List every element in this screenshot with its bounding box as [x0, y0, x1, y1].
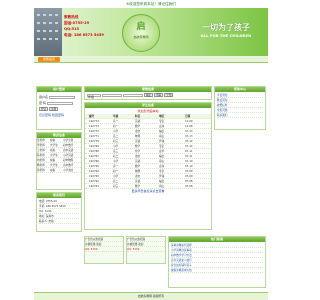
login-panel: 用户登录 用户名 密 码 登录 注册 忘记密码 找回密码: [36, 86, 82, 130]
home-nav-button[interactable]: 家教首页: [38, 57, 60, 62]
username-label: 用户名: [39, 95, 49, 99]
password-label: 密 码: [39, 101, 46, 105]
subject-select[interactable]: [101, 93, 122, 97]
ad-line: QQ: 5150: [85, 247, 123, 252]
welcome-text: ※欢迎您来到本站！请记住我们: [126, 2, 176, 6]
forgot-password-link[interactable]: 忘记密码: [39, 113, 51, 117]
password-input[interactable]: [46, 101, 73, 105]
nav-bar: [34, 56, 268, 63]
all-button[interactable]: 全部: [164, 93, 174, 97]
area-select[interactable]: [122, 93, 143, 97]
teacher-row[interactable]: 黄老师 在职 小学语文: [37, 168, 81, 173]
site-banner: 家教热线 固话:0755-29 QQ:515 电话: 186 6573 5459…: [34, 8, 268, 56]
recover-password-link[interactable]: 找回密码: [52, 113, 64, 117]
logo-name: 启航家教网: [133, 35, 149, 39]
search-panel: 家教检索 年级 确定 查看 全部: [84, 86, 212, 100]
help-panel: 帮助中心 学员须知 教员须知 收费标准 常见问题 联系我们: [214, 86, 266, 130]
register-button[interactable]: 注册: [49, 107, 59, 111]
more-students-link[interactable]: 更多学员信息请点击查看: [85, 189, 211, 194]
slogan-chinese: 一切为了孩子: [202, 23, 250, 32]
site-logo: 启 启航家教网: [122, 14, 160, 52]
footer-text: 启航家教网 版权所有: [137, 294, 165, 298]
login-button[interactable]: 登录: [39, 107, 49, 111]
ad-block[interactable]: 广告位火热招商 价格优惠,欢迎 QQ: 5150: [84, 236, 124, 264]
logo-char: 启: [136, 22, 146, 32]
grade-select[interactable]: 年级: [87, 93, 101, 99]
username-input[interactable]: [48, 95, 75, 99]
confirm-button[interactable]: 确定: [143, 93, 154, 97]
slogan-english: ALL FOR THE CHILDREN: [200, 33, 252, 38]
footer: 启航家教网 版权所有: [34, 292, 268, 300]
ad-line: QQ: 5150: [127, 247, 165, 252]
top-welcome-bar: ※欢迎您来到本站！请记住我们: [34, 0, 268, 8]
student-list-panel: 学生信息 欢迎您光临本站 编号 年级 科目 地区 日期 192774 高一 英语 宝安 12-0…: [84, 102, 212, 230]
teacher-list-panel: 教员信息 张老师 在职 小学全科 李老师 大学生 初中数学 王老师 在职 高中英语 陈老师大…: [36, 132, 82, 190]
contact-panel: 联系我们 电话: 0755-29 手机: 186 6573 5459 QQ: 5…: [36, 192, 82, 232]
hotline-block: 家教热线 固话:0755-29 QQ:515 电话: 186 6573 5459: [64, 14, 116, 38]
building-image: [34, 8, 62, 56]
help-link[interactable]: 联系我们: [217, 113, 263, 118]
hot-news-panel: 热门新闻 深圳家教如何选择 小学家教注意事项 初中数学学习方法 高考英语复习技巧…: [168, 236, 266, 288]
slogan: 一切为了孩子 ALL FOR THE CHILDREN: [184, 22, 268, 38]
contact-line: 联系人: 启航: [39, 219, 79, 224]
hot-news-item[interactable]: 暑假家教需求火热: [171, 268, 263, 273]
view-button[interactable]: 查看: [154, 93, 164, 97]
ad-block[interactable]: 广告位火热招商 价格优惠,欢迎 QQ: 5150: [126, 236, 166, 264]
hotline-mobile: 电话: 186 6573 5459: [64, 33, 104, 37]
